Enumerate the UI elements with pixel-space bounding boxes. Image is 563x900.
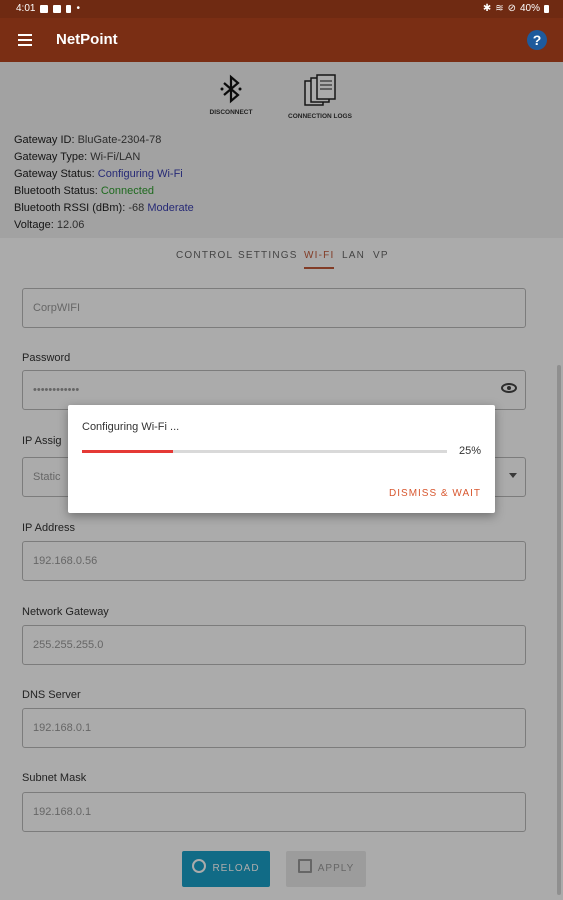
scrollbar[interactable] <box>557 365 561 895</box>
progress-bar <box>82 450 447 453</box>
status-bar: 4:01 • ✱ ≋ ⊘ 40% <box>0 0 563 18</box>
phone-notification-icon <box>66 4 72 13</box>
app-bar: NetPoint ? <box>0 18 563 62</box>
image-notification-icon <box>40 4 49 13</box>
status-time: 4:01 <box>16 3 36 14</box>
progress-percent: 25% <box>458 445 481 457</box>
wifi-status-icon: ≋ <box>495 3 504 14</box>
mail-notification-icon <box>53 4 62 13</box>
battery-percent: 40% <box>519 3 540 14</box>
progress-fill <box>82 450 174 453</box>
help-icon[interactable]: ? <box>527 30 547 50</box>
menu-icon[interactable] <box>18 34 32 46</box>
battery-icon <box>544 4 549 13</box>
progress-dialog: Configuring Wi-Fi ... 25% DISMISS & WAIT <box>68 405 495 513</box>
app-title: NetPoint <box>56 31 118 48</box>
dot-notification-icon: • <box>76 3 80 14</box>
bluetooth-status-icon: ✱ <box>482 3 492 14</box>
dnd-status-icon: ⊘ <box>507 3 516 14</box>
dismiss-wait-button[interactable]: DISMISS & WAIT <box>389 488 481 499</box>
dialog-message: Configuring Wi-Fi ... <box>82 421 180 433</box>
